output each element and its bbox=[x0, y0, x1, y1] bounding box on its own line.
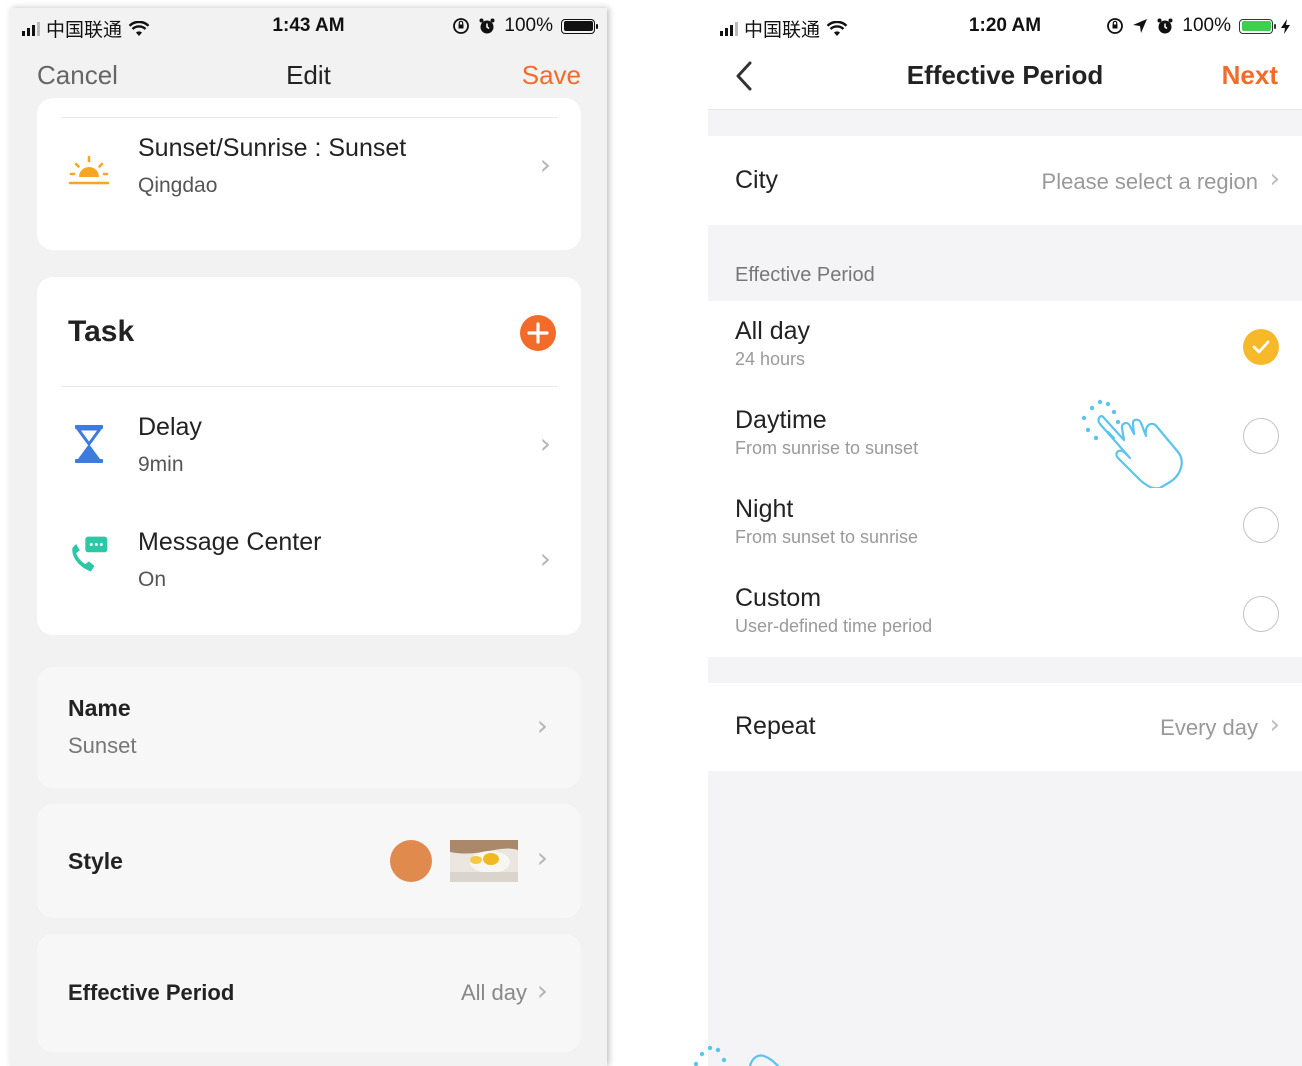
task-item-message-center[interactable]: Message Center On › bbox=[37, 504, 581, 619]
task-card: Task Delay 9min › Message Center On › bbox=[37, 277, 581, 635]
status-bar: 中国联通 1:20 AM 100% bbox=[708, 8, 1302, 44]
option-all-day[interactable]: All day 24 hours bbox=[708, 301, 1302, 390]
page-title: Effective Period bbox=[906, 60, 1104, 90]
chevron-right-icon: › bbox=[536, 841, 548, 874]
orientation-lock-icon bbox=[453, 18, 470, 34]
period-options: All day 24 hours Daytime From sunrise to… bbox=[708, 301, 1302, 657]
tap-hint-hand-icon bbox=[1081, 399, 1183, 488]
option-title: All day bbox=[735, 317, 811, 345]
next-button[interactable]: Next bbox=[1222, 60, 1278, 91]
chevron-right-icon: › bbox=[539, 427, 551, 460]
edit-screen: 中国联通 1:43 AM 100% Cancel Edit Save Sunse… bbox=[10, 8, 607, 1066]
chevron-right-icon: › bbox=[539, 542, 551, 575]
alarm-icon bbox=[479, 18, 495, 34]
page-title: Edit bbox=[286, 60, 331, 90]
condition-subtitle: Qingdao bbox=[138, 174, 218, 197]
hourglass-icon bbox=[75, 425, 103, 463]
option-daytime[interactable]: Daytime From sunrise to sunset bbox=[708, 390, 1302, 488]
name-label: Name bbox=[68, 695, 131, 721]
condition-title: Sunset/Sunrise : Sunset bbox=[138, 134, 407, 162]
sunset-icon bbox=[68, 155, 110, 185]
task-item-subtitle: 9min bbox=[138, 453, 184, 476]
city-row[interactable]: City Please select a region › bbox=[708, 136, 1302, 225]
repeat-value: Every day bbox=[1160, 715, 1258, 740]
task-item-title: Message Center bbox=[138, 528, 322, 556]
group-header: Effective Period bbox=[735, 264, 875, 286]
chevron-right-icon: › bbox=[539, 148, 551, 181]
option-title: Daytime bbox=[735, 406, 827, 434]
radio-empty-icon[interactable] bbox=[1243, 596, 1279, 632]
option-subtitle: From sunset to sunrise bbox=[735, 527, 919, 547]
name-value: Sunset bbox=[68, 733, 137, 758]
style-color-swatch[interactable] bbox=[390, 840, 432, 882]
effective-period-screen: 中国联通 1:20 AM 100% Effective Period Next … bbox=[708, 8, 1302, 1066]
radio-empty-icon[interactable] bbox=[1243, 418, 1279, 454]
divider bbox=[61, 386, 557, 387]
battery-icon bbox=[561, 18, 598, 34]
option-title: Night bbox=[735, 495, 794, 523]
chevron-right-icon: › bbox=[1269, 164, 1280, 194]
style-row[interactable]: Style › bbox=[37, 804, 581, 918]
condition-row[interactable]: Sunset/Sunrise : Sunset Qingdao › bbox=[37, 120, 581, 235]
option-subtitle: User-defined time period bbox=[735, 616, 933, 636]
option-subtitle: From sunrise to sunset bbox=[735, 438, 919, 458]
city-value: Please select a region bbox=[1041, 169, 1258, 194]
status-right: 100% bbox=[1106, 15, 1290, 37]
style-image-thumbnail[interactable] bbox=[450, 840, 518, 882]
save-button[interactable]: Save bbox=[522, 60, 581, 91]
chevron-right-icon: › bbox=[536, 709, 548, 742]
message-phone-icon bbox=[72, 536, 108, 572]
location-arrow-icon bbox=[1133, 19, 1148, 33]
status-bar: 中国联通 1:43 AM 100% bbox=[10, 8, 607, 44]
divider bbox=[61, 117, 557, 118]
task-item-title: Delay bbox=[138, 413, 202, 441]
option-custom[interactable]: Custom User-defined time period bbox=[708, 568, 1302, 657]
nav-bar: Effective Period Next bbox=[708, 44, 1302, 110]
tap-hint-hand-icon bbox=[693, 1045, 780, 1066]
city-label: City bbox=[735, 166, 779, 194]
option-night[interactable]: Night From sunset to sunrise bbox=[708, 479, 1302, 568]
battery-percent: 100% bbox=[504, 15, 553, 36]
chevron-right-icon: › bbox=[1269, 710, 1280, 740]
effective-period-value: All day bbox=[460, 980, 527, 1005]
alarm-icon bbox=[1157, 18, 1173, 34]
chevron-right-icon: › bbox=[536, 974, 548, 1007]
name-row[interactable]: Name Sunset › bbox=[37, 667, 581, 788]
condition-card: Sunset/Sunrise : Sunset Qingdao › bbox=[37, 98, 581, 250]
battery-percent: 100% bbox=[1182, 15, 1231, 36]
radio-checked-icon[interactable] bbox=[1243, 329, 1279, 365]
style-label: Style bbox=[68, 848, 123, 874]
task-header: Task bbox=[68, 315, 135, 348]
battery-icon bbox=[1239, 18, 1276, 34]
option-subtitle: 24 hours bbox=[735, 349, 806, 369]
effective-period-label: Effective Period bbox=[68, 980, 235, 1005]
repeat-row[interactable]: Repeat Every day › bbox=[708, 683, 1302, 771]
repeat-label: Repeat bbox=[735, 712, 816, 740]
task-item-subtitle: On bbox=[138, 568, 167, 591]
charging-bolt-icon bbox=[1281, 18, 1290, 34]
status-right: 100% bbox=[452, 15, 598, 37]
orientation-lock-icon bbox=[1107, 18, 1124, 34]
plus-circle-icon[interactable] bbox=[520, 315, 556, 351]
effective-period-row[interactable]: Effective Period All day › bbox=[37, 934, 581, 1052]
radio-empty-icon[interactable] bbox=[1243, 507, 1279, 543]
option-title: Custom bbox=[735, 584, 822, 612]
task-item-delay[interactable]: Delay 9min › bbox=[37, 389, 581, 504]
